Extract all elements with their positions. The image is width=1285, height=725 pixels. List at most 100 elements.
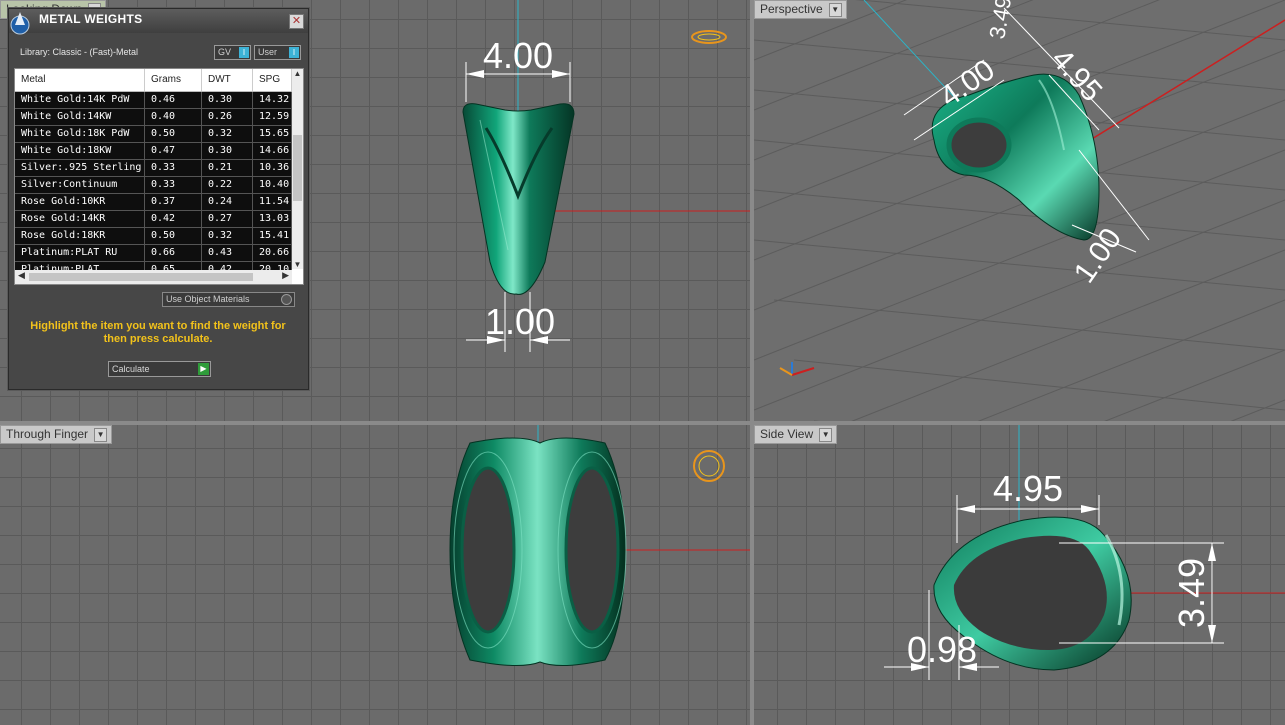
gv-toggle[interactable]: GV I: [214, 45, 251, 60]
chevron-down-icon[interactable]: ▼: [828, 2, 842, 17]
cell-metal: White Gold:14K PdW: [15, 92, 145, 108]
table-row[interactable]: Silver:.925 Sterling 0.33 0.21 10.36: [15, 160, 292, 177]
scroll-thumb[interactable]: [29, 273, 253, 281]
cell-grams: 0.50: [145, 126, 202, 142]
cell-dwt: 0.32: [202, 126, 253, 142]
cell-dwt: 0.22: [202, 177, 253, 193]
cell-metal: Rose Gold:14KR: [15, 211, 145, 227]
cell-metal: Silver:.925 Sterling: [15, 160, 145, 176]
cell-grams: 0.66: [145, 245, 202, 261]
persp-dim-height: 3.49: [984, 0, 1016, 41]
cell-dwt: 0.43: [202, 245, 253, 261]
viewport-label-perspective[interactable]: Perspective ▼: [754, 0, 847, 19]
calculate-button[interactable]: Calculate ▶: [108, 361, 211, 377]
cell-spg: 13.03: [253, 211, 292, 227]
side-dim-thickness: 0.98: [907, 629, 977, 670]
scroll-thumb[interactable]: [293, 135, 302, 201]
column-header-spg[interactable]: SPG: [253, 69, 292, 91]
radio-icon[interactable]: [281, 294, 292, 305]
cell-grams: 0.33: [145, 177, 202, 193]
scroll-down-icon[interactable]: ▼: [292, 260, 303, 269]
cell-dwt: 0.30: [202, 92, 253, 108]
viewport-side-view[interactable]: 4.95 3.49 0.98 Side View ▼: [754, 425, 1285, 725]
cell-grams: 0.33: [145, 160, 202, 176]
metal-weights-panel[interactable]: METAL WEIGHTS ✕ Library: Classic - (Fast…: [8, 8, 309, 390]
table-row[interactable]: White Gold:14K PdW 0.46 0.30 14.32: [15, 92, 292, 109]
cell-dwt: 0.26: [202, 109, 253, 125]
cell-grams: 0.42: [145, 211, 202, 227]
cell-dwt: 0.27: [202, 211, 253, 227]
cell-dwt: 0.24: [202, 194, 253, 210]
toggle-switch-icon: I: [289, 47, 299, 58]
cell-spg: 10.40: [253, 177, 292, 193]
ring-top-view: [462, 103, 575, 295]
cell-spg: 15.41: [253, 228, 292, 244]
metal-table[interactable]: Metal Grams DWT SPG White Gold:14K PdW 0.…: [14, 68, 304, 285]
column-header-dwt[interactable]: DWT: [202, 69, 253, 91]
cell-spg: 14.66: [253, 143, 292, 159]
scroll-up-icon[interactable]: ▲: [292, 69, 303, 78]
horizontal-scrollbar[interactable]: ◀ ▶: [15, 270, 292, 284]
panel-title-bar[interactable]: METAL WEIGHTS ✕: [9, 9, 308, 35]
app-logo-icon: [10, 12, 30, 35]
table-row[interactable]: Rose Gold:10KR 0.37 0.24 11.54: [15, 194, 292, 211]
table-row[interactable]: White Gold:18KW 0.47 0.30 14.66: [15, 143, 292, 160]
axis-tripod-icon: [779, 362, 815, 376]
panel-title: METAL WEIGHTS: [39, 12, 143, 26]
use-object-materials-option[interactable]: Use Object Materials: [162, 292, 295, 307]
cell-grams: 0.40: [145, 109, 202, 125]
cell-spg: 14.32: [253, 92, 292, 108]
table-header: Metal Grams DWT SPG: [15, 69, 292, 92]
cell-dwt: 0.32: [202, 228, 253, 244]
cell-grams: 0.50: [145, 228, 202, 244]
cell-spg: 15.65: [253, 126, 292, 142]
cell-spg: 12.59: [253, 109, 292, 125]
cell-spg: 11.54: [253, 194, 292, 210]
side-dim-depth: 4.95: [993, 468, 1063, 509]
cell-grams: 0.46: [145, 92, 202, 108]
table-row[interactable]: White Gold:14KW 0.40 0.26 12.59: [15, 109, 292, 126]
column-header-metal[interactable]: Metal: [15, 69, 145, 91]
cell-metal: White Gold:14KW: [15, 109, 145, 125]
viewport-through-finger[interactable]: Through Finger ▼: [0, 425, 750, 725]
cell-metal: White Gold:18K PdW: [15, 126, 145, 142]
cell-metal: White Gold:18KW: [15, 143, 145, 159]
instruction-text: Highlight the item you want to find the …: [30, 320, 286, 345]
through-finger-scene: [449, 425, 750, 667]
scroll-left-icon[interactable]: ◀: [18, 270, 25, 281]
table-row[interactable]: Silver:Continuum 0.33 0.22 10.40: [15, 177, 292, 194]
library-label: Library: Classic - (Fast)-Metal: [20, 47, 139, 57]
dim-width-label: 4.00: [483, 35, 553, 76]
column-header-grams[interactable]: Grams: [145, 69, 202, 91]
table-row[interactable]: White Gold:18K PdW 0.50 0.32 15.65: [15, 126, 292, 143]
toggle-switch-icon: I: [239, 47, 249, 58]
table-row[interactable]: Platinum:PLAT RU 0.66 0.43 20.66: [15, 245, 292, 262]
side-dim-height: 3.49: [1171, 558, 1212, 628]
cell-spg: 10.36: [253, 160, 292, 176]
viewport-perspective[interactable]: 4.00 4.95 3.49 1.00 Perspective ▼: [754, 0, 1285, 421]
chevron-down-icon[interactable]: ▼: [819, 427, 833, 442]
cell-dwt: 0.21: [202, 160, 253, 176]
perspective-scene: 4.00 4.95 3.49 1.00: [754, 0, 1285, 421]
ring-gizmo-icon[interactable]: [691, 30, 727, 44]
table-body: White Gold:14K PdW 0.46 0.30 14.32 White Gol…: [15, 92, 292, 279]
viewport-label-through-finger[interactable]: Through Finger ▼: [0, 425, 113, 444]
cell-grams: 0.47: [145, 143, 202, 159]
table-row[interactable]: Rose Gold:14KR 0.42 0.27 13.03: [15, 211, 292, 228]
close-icon[interactable]: ✕: [289, 14, 304, 29]
cell-dwt: 0.30: [202, 143, 253, 159]
play-icon: ▶: [198, 363, 209, 375]
cell-metal: Rose Gold:18KR: [15, 228, 145, 244]
dim-thickness-label: 1.00: [485, 301, 555, 342]
vertical-scrollbar[interactable]: ▲ ▼: [292, 69, 303, 269]
table-row[interactable]: Rose Gold:18KR 0.50 0.32 15.41: [15, 228, 292, 245]
side-view-scene: 4.95 3.49 0.98: [884, 425, 1285, 680]
chevron-down-icon[interactable]: ▼: [94, 427, 108, 442]
scroll-right-icon[interactable]: ▶: [282, 270, 289, 281]
user-toggle[interactable]: User I: [254, 45, 301, 60]
perspective-grid: [754, 0, 1285, 421]
viewport-label-side-view[interactable]: Side View ▼: [754, 425, 838, 444]
cell-metal: Rose Gold:10KR: [15, 194, 145, 210]
cell-spg: 20.66: [253, 245, 292, 261]
cell-metal: Silver:Continuum: [15, 177, 145, 193]
